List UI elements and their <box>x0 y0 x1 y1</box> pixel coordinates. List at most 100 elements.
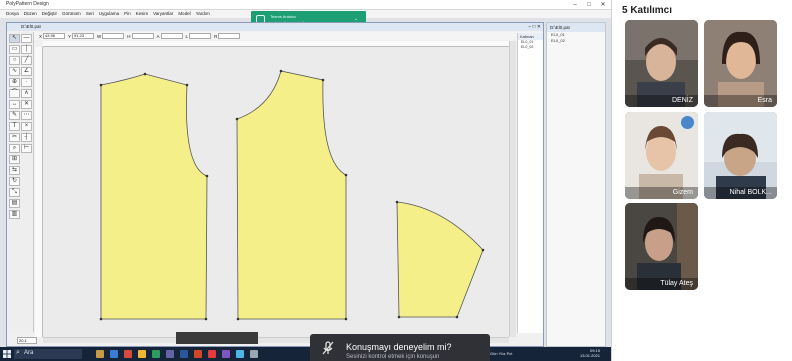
zoom-level[interactable]: 20.1 <box>17 337 37 344</box>
dart-tool-icon[interactable]: ⌒ <box>9 89 20 98</box>
zoom-tool-icon[interactable]: ⌕ <box>9 144 20 153</box>
pointer-tool-icon[interactable]: ↖ <box>9 34 20 43</box>
peak-tool-icon[interactable]: ∧ <box>21 89 32 98</box>
ruler-tool-icon[interactable]: ┤ <box>21 133 32 142</box>
teams-icon[interactable] <box>166 350 174 358</box>
point-tool-icon[interactable]: ⊕ <box>9 78 20 87</box>
app-icon-purple[interactable] <box>222 350 230 358</box>
grid-tool-icon[interactable]: ⊞ <box>9 155 20 164</box>
coord-l-input[interactable] <box>189 33 212 39</box>
pattern-point[interactable] <box>279 69 283 73</box>
coord-x-input[interactable]: 43.96 <box>43 33 66 39</box>
pattern-point[interactable] <box>185 83 189 87</box>
drawing-canvas[interactable] <box>43 47 509 337</box>
participant-tile[interactable]: Gizem <box>625 112 698 199</box>
participant-video <box>625 203 698 290</box>
coord-h-input[interactable] <box>131 33 154 39</box>
pattern-point[interactable] <box>236 317 240 321</box>
pattern-point[interactable] <box>481 248 485 252</box>
pattern-point[interactable] <box>143 72 147 76</box>
window-controls: – □ ✕ <box>568 0 610 10</box>
pattern-point[interactable] <box>344 317 348 321</box>
coord-w-input[interactable] <box>102 33 125 39</box>
pattern-point[interactable] <box>99 317 103 321</box>
layer-item[interactable]: EL0_02 <box>518 45 543 50</box>
menu-item[interactable]: Görünüm <box>62 10 81 18</box>
app-icon-yellow[interactable] <box>138 350 146 358</box>
edit-tool-icon[interactable]: ✎ <box>9 111 20 120</box>
pattern-point[interactable] <box>344 173 348 177</box>
menu-item[interactable]: Model <box>178 10 190 18</box>
menu-item[interactable]: Varyantlar <box>153 10 173 18</box>
minimize-icon[interactable]: – <box>568 0 582 10</box>
back-bodice-piece[interactable] <box>100 73 208 320</box>
rectangle-tool-icon[interactable]: ▭ <box>9 45 20 54</box>
vertical-scrollbar[interactable] <box>509 41 516 337</box>
app-icon-green[interactable] <box>152 350 160 358</box>
front-bodice-piece[interactable] <box>236 70 347 320</box>
cross-tool-icon[interactable]: ✕ <box>21 100 32 109</box>
line-tool-icon[interactable]: — <box>21 34 32 43</box>
word-icon[interactable] <box>180 350 188 358</box>
text-tool-icon[interactable]: T <box>9 122 20 131</box>
coord-a-input[interactable] <box>160 33 183 39</box>
menu-item[interactable]: Düzen <box>24 10 37 18</box>
arrow-tool-icon[interactable]: ↔ <box>9 100 20 109</box>
pattern-point[interactable] <box>204 317 208 321</box>
pattern-point[interactable] <box>99 83 103 87</box>
cut-tool-icon[interactable]: ✂ <box>9 133 20 142</box>
scale-tool-icon[interactable]: ⤡ <box>9 188 20 197</box>
menu-item[interactable]: Kesim <box>136 10 149 18</box>
participant-tile[interactable]: Nihal BOLK... <box>704 112 777 199</box>
pattern-point[interactable] <box>455 315 459 319</box>
pattern-point[interactable] <box>395 200 399 204</box>
powerpoint-icon[interactable] <box>194 350 202 358</box>
curve-tool-icon[interactable]: ∿ <box>9 67 20 76</box>
menu-item[interactable]: Pin <box>124 10 131 18</box>
mirror-tool-icon[interactable]: ⇆ <box>9 166 20 175</box>
layers-tool-icon[interactable]: ▤ <box>9 199 20 208</box>
pdf-reader-icon[interactable] <box>208 350 216 358</box>
chain-tool-icon[interactable]: ⋯ <box>21 111 32 120</box>
angle-tool-icon[interactable]: ∠ <box>21 67 32 76</box>
menu-item[interactable]: Seri <box>86 10 94 18</box>
taskbar-clock[interactable]: 09:15 13.01.2021 <box>580 348 600 358</box>
rotate-tool-icon[interactable]: ↻ <box>9 177 20 186</box>
participant-tile[interactable]: DENİZ <box>625 20 698 107</box>
menu-item[interactable]: Uygulama <box>99 10 119 18</box>
pattern-point[interactable] <box>397 315 401 319</box>
vertical-ruler <box>35 47 43 337</box>
document-window-controls[interactable]: – □ ✕ <box>528 24 541 30</box>
app-icon-red[interactable] <box>124 350 132 358</box>
app-icon-blue[interactable] <box>236 350 244 358</box>
app-icon-grey[interactable] <box>250 350 258 358</box>
maximize-icon[interactable]: □ <box>582 0 596 10</box>
coord-y-input[interactable]: 91.23 <box>72 33 95 39</box>
piece-tool-icon[interactable]: ▥ <box>9 210 20 219</box>
mic-test-toast[interactable]: Konuşmayı deneyelim mi? Sesinizi kontrol… <box>310 334 490 361</box>
diagonal-tool-icon[interactable]: ╱ <box>21 56 32 65</box>
close-icon[interactable]: ✕ <box>596 0 610 10</box>
sleeve-piece[interactable] <box>396 201 484 318</box>
small-x-tool-icon[interactable]: × <box>21 122 32 131</box>
vertical-line-tool-icon[interactable]: │ <box>21 45 32 54</box>
coord-r-input[interactable] <box>218 33 241 39</box>
circle-tool-icon[interactable]: ○ <box>9 56 20 65</box>
piece-list-item[interactable]: EL0_02 <box>547 38 605 44</box>
screen-share-control-bar[interactable] <box>176 332 258 344</box>
taskbar-search-input[interactable]: ⌕ Ara <box>14 349 82 359</box>
participant-tile[interactable]: Esra <box>704 20 777 107</box>
dot-tool-icon[interactable]: · <box>21 78 32 87</box>
app-titlebar: PolyPattern Design – □ ✕ <box>0 0 611 10</box>
pattern-point[interactable] <box>235 117 239 121</box>
pattern-point[interactable] <box>205 174 209 178</box>
participant-tile[interactable]: Tülay Ateş <box>625 203 698 290</box>
file-explorer-icon[interactable] <box>96 350 104 358</box>
measure-tool-icon[interactable]: ⊢ <box>21 144 32 153</box>
menu-item[interactable]: Dosya <box>6 10 19 18</box>
menu-item[interactable]: Yardım <box>196 10 210 18</box>
pattern-point[interactable] <box>321 78 325 82</box>
menu-item[interactable]: Değiştir <box>42 10 57 18</box>
windows-start-icon[interactable] <box>2 349 12 359</box>
browser-icon[interactable] <box>110 350 118 358</box>
